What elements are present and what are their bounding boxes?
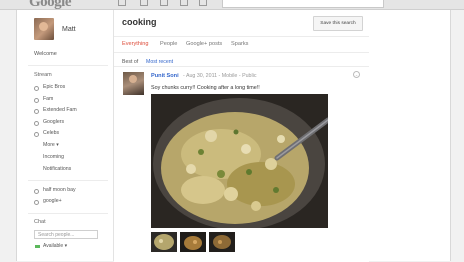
photo-thumbnail[interactable] bbox=[151, 232, 177, 252]
circles-icon[interactable] bbox=[180, 0, 188, 6]
divider bbox=[28, 180, 108, 181]
top-search-input[interactable] bbox=[222, 0, 384, 8]
divider bbox=[28, 213, 108, 214]
chat-heading: Chat bbox=[34, 219, 46, 225]
nav-notifications[interactable]: Notifications bbox=[43, 166, 71, 172]
sort-most-recent[interactable]: Most recent bbox=[146, 59, 173, 65]
chat-search-input[interactable]: Search people... bbox=[34, 230, 98, 239]
home-icon[interactable] bbox=[118, 0, 126, 6]
tab-people[interactable]: People bbox=[160, 41, 177, 47]
games-icon[interactable] bbox=[199, 0, 207, 6]
photos-icon[interactable] bbox=[140, 0, 148, 6]
saved-search-half-moon-bay[interactable]: half moon bay bbox=[43, 187, 76, 193]
circle-icon bbox=[34, 109, 39, 114]
sort-best-of[interactable]: Best of bbox=[122, 59, 138, 65]
post-author-avatar[interactable] bbox=[123, 72, 144, 95]
post-text: Soy chunks curry!! Cooking after a long … bbox=[151, 85, 260, 91]
nav-stream[interactable]: Stream bbox=[34, 72, 52, 78]
page-title: cooking bbox=[122, 17, 157, 27]
tab-sparks[interactable]: Sparks bbox=[231, 41, 248, 47]
saved-search-icon bbox=[34, 200, 39, 205]
nav-incoming[interactable]: Incoming bbox=[43, 154, 64, 160]
circle-item-extended-fam[interactable]: Extended Fam bbox=[43, 107, 77, 113]
profile-name[interactable]: Matt bbox=[62, 26, 76, 33]
circle-icon bbox=[34, 86, 39, 91]
save-search-button[interactable]: Save this search bbox=[313, 16, 363, 31]
tab-everything[interactable]: Everything bbox=[122, 41, 148, 47]
post-photo[interactable] bbox=[151, 94, 328, 228]
top-bar: Google bbox=[0, 0, 464, 10]
nav-welcome[interactable]: Welcome bbox=[34, 51, 57, 57]
circle-item-fam[interactable]: Fam bbox=[43, 96, 53, 102]
circle-item-celebs[interactable]: Celebs bbox=[43, 130, 59, 136]
circle-item-googlers[interactable]: Googlers bbox=[43, 119, 64, 125]
circle-item-epic-bros[interactable]: Epic Bros bbox=[43, 84, 65, 90]
saved-search-icon bbox=[34, 189, 39, 194]
post-meta: - Aug 30, 2011 - Mobile - Public bbox=[183, 73, 257, 79]
video-camera-icon bbox=[35, 245, 40, 248]
tab-google-plus-posts[interactable]: Google+ posts bbox=[186, 41, 222, 47]
post-author-name[interactable]: Punit Soni bbox=[151, 73, 179, 79]
chat-status-select[interactable]: Available ▾ bbox=[43, 243, 67, 249]
circle-icon bbox=[34, 121, 39, 126]
photo-thumbnail[interactable] bbox=[180, 232, 206, 252]
saved-search-google-plus[interactable]: google+ bbox=[43, 198, 62, 204]
post-menu-icon[interactable]: ⌄ bbox=[353, 71, 360, 78]
nav-more[interactable]: More ▾ bbox=[43, 142, 59, 148]
profile-icon[interactable] bbox=[160, 0, 168, 6]
divider bbox=[28, 65, 108, 66]
photo-thumbnail[interactable] bbox=[209, 232, 235, 252]
circle-icon bbox=[34, 98, 39, 103]
circle-icon bbox=[34, 132, 39, 137]
avatar[interactable] bbox=[34, 18, 54, 40]
